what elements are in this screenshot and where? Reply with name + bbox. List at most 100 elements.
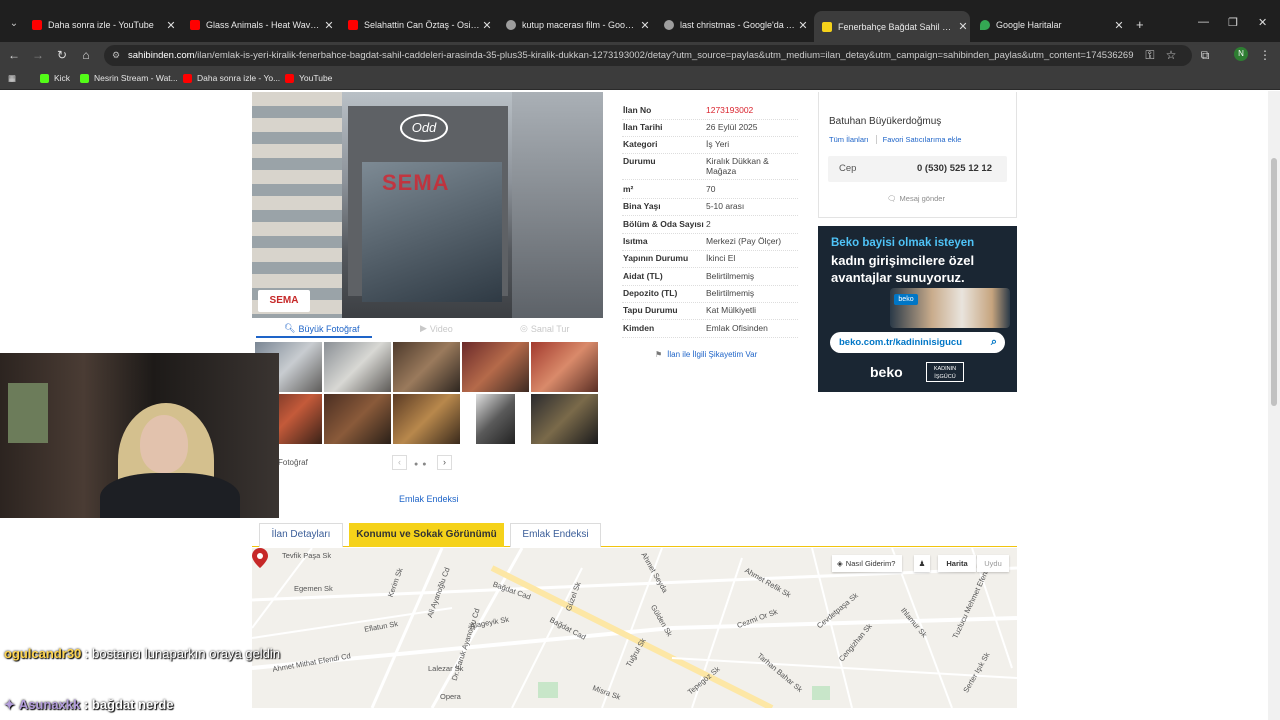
detail-value: Kat Mülkiyetli (706, 305, 757, 315)
photo-watermark: SEMA (382, 170, 450, 195)
main-listing-photo[interactable]: Odd SEMA SEMA (252, 92, 603, 318)
tab-emlak-endeksi[interactable]: Emlak Endeksi (510, 523, 601, 547)
street-view-icon[interactable]: ♟ (914, 555, 930, 572)
restore-icon[interactable]: ❐ (1228, 16, 1238, 29)
bookmark-item[interactable]: Kick (40, 73, 70, 83)
browser-tab[interactable]: Daha sonra izle - YouTube ✕ (32, 13, 178, 37)
photo-tab-indicator (256, 336, 372, 338)
profile-avatar[interactable]: N (1234, 47, 1248, 61)
extensions-icon[interactable]: ⧉ (1197, 47, 1213, 63)
maps-icon (980, 20, 990, 30)
close-icon[interactable]: ✕ (480, 19, 494, 32)
directions-label: Nasıl Giderim? (845, 559, 896, 568)
scrollbar-thumb[interactable] (1271, 158, 1277, 406)
tab-ilan-detaylari[interactable]: İlan Detayları (259, 523, 343, 547)
detail-key: Aidat (TL) (623, 271, 663, 281)
chat-username: ogulcandr30 (4, 646, 82, 661)
next-page-button[interactable]: › (437, 455, 452, 470)
detail-row: Bölüm & Oda Sayısı 2 (622, 219, 798, 234)
bookmark-star-icon[interactable]: ☆ (1163, 47, 1179, 63)
detail-row: Aidat (TL) Belirtilmemiş (622, 271, 798, 286)
all-listings-link[interactable]: Tüm İlanları (829, 135, 869, 144)
password-key-icon[interactable]: ⚿ (1142, 47, 1158, 63)
close-window-icon[interactable]: ✕ (1258, 16, 1267, 29)
site-info-icon[interactable]: ⚙ (112, 45, 120, 66)
thumbnail[interactable] (531, 394, 598, 444)
close-icon[interactable]: ✕ (322, 19, 336, 32)
kadinin-isgucu-logo: KADININ İŞGÜCÜ (926, 362, 964, 382)
send-message-button[interactable]: 🗨︎ Mesaj gönder (887, 194, 945, 203)
kick-badge-icon: ✦ (4, 697, 15, 712)
thumbnail[interactable] (393, 394, 460, 444)
detail-value: 2 (706, 219, 711, 229)
shop-sign: Odd (400, 114, 448, 142)
new-tab-button[interactable]: + (1136, 17, 1144, 32)
tab-label: Sanal Tur (530, 323, 570, 334)
chat-text: bostancı lunaparkın oraya geldin (92, 646, 281, 661)
youtube-icon (32, 20, 42, 30)
bookmark-item[interactable]: Nesrin Stream - Wat... (80, 73, 178, 83)
chat-username: Asunaxkk (18, 697, 81, 712)
tour-icon: ◎ (520, 323, 528, 333)
bookmark-label: Nesrin Stream - Wat... (94, 73, 178, 83)
location-map[interactable]: Tevfik Paşa Sk Egemen Sk Kerim Sk Ali Ay… (252, 548, 1017, 708)
prev-page-button[interactable]: ‹ (392, 455, 407, 470)
add-favorite-link[interactable]: Favori Satıcılarıma ekle (875, 135, 962, 144)
detail-key: m² (623, 184, 634, 194)
bookmark-item[interactable]: Daha sonra izle - Yo... (183, 73, 280, 83)
thumbnail[interactable] (462, 342, 529, 392)
directions-button[interactable]: ◈ Nasıl Giderim? (832, 555, 902, 572)
menu-icon[interactable]: ⋮ (1257, 47, 1273, 63)
detail-value: Merkezi (Pay Ölçer) (706, 236, 782, 246)
address-bar[interactable]: ⚙ sahibinden.com/ilan/emlak-is-yeri-kira… (104, 45, 1192, 66)
complaint-link[interactable]: ⚑ İlan ile İlgili Şikayetim Var (655, 350, 757, 359)
satellite-mode-button[interactable]: Uydu (977, 555, 1009, 572)
agency-logo: SEMA (258, 290, 310, 312)
minimize-icon[interactable]: — (1198, 16, 1209, 28)
thumbnail[interactable] (324, 342, 391, 392)
emlak-endeksi-link[interactable]: Emlak Endeksi (399, 494, 459, 504)
home-icon[interactable]: ⌂ (78, 47, 94, 63)
section-tabs: İlan Detayları Konumu ve Sokak Görünümü … (252, 523, 1017, 547)
back-icon[interactable]: ← (6, 47, 22, 63)
close-icon[interactable]: ✕ (1112, 19, 1126, 32)
detail-value: Belirtilmemiş (706, 288, 755, 298)
apps-icon[interactable]: ▦ (8, 73, 16, 84)
ad-search-bar[interactable]: beko.com.tr/kadininisigucu ⌕ (830, 332, 1005, 353)
message-label: Mesaj gönder (899, 194, 945, 203)
close-icon[interactable]: ✕ (638, 19, 652, 32)
map-mode-button[interactable]: Harita (938, 555, 976, 572)
magnifier-icon: 🔍︎ (284, 323, 296, 333)
detail-key: Depozito (TL) (623, 288, 678, 298)
forward-icon[interactable]: → (30, 47, 46, 63)
webcam-window (8, 383, 48, 443)
pager-dots: ●● (414, 461, 431, 468)
thumbnail[interactable] (476, 394, 515, 444)
browser-tab[interactable]: Selahattin Can Öztaş - Osimhe ✕ (348, 13, 494, 37)
reload-icon[interactable]: ↻ (54, 47, 70, 63)
detail-value: İkinci El (706, 253, 736, 263)
location-pin-icon[interactable] (252, 548, 268, 568)
tab-search-icon[interactable]: ⌄ (6, 16, 22, 32)
phone-number[interactable]: 0 (530) 525 12 12 (917, 163, 992, 174)
tab-virtual-tour[interactable]: ◎ Sanal Tur (520, 323, 569, 334)
building-right (512, 92, 603, 318)
beko-advertisement[interactable]: Beko bayisi olmak isteyen kadın girişimc… (818, 226, 1017, 392)
tab-konumu[interactable]: Konumu ve Sokak Görünümü (349, 523, 504, 547)
browser-tab-active[interactable]: Fenerbahçe Bağdat Sahil Cadd ✕ (814, 11, 970, 42)
streamer-webcam (0, 353, 279, 518)
browser-tab[interactable]: Google Haritalar ✕ (980, 13, 1126, 37)
close-icon[interactable]: ✕ (796, 19, 810, 32)
photo-thumbnails (255, 342, 600, 446)
bookmark-item[interactable]: YouTube (285, 73, 332, 83)
thumbnail[interactable] (324, 394, 391, 444)
close-icon[interactable]: ✕ (956, 20, 970, 33)
thumbnail[interactable] (393, 342, 460, 392)
browser-tab[interactable]: Glass Animals - Heat Waves - Y ✕ (190, 13, 336, 37)
close-icon[interactable]: ✕ (164, 19, 178, 32)
browser-tab[interactable]: kutup macerası film - Google'd ✕ (506, 13, 652, 37)
browser-tab[interactable]: last christmas - Google'da Ara ✕ (664, 13, 810, 37)
tab-video[interactable]: ▶ Video (420, 323, 453, 334)
thumbnail[interactable] (531, 342, 598, 392)
tab-large-photo[interactable]: 🔍︎ Büyük Fotoğraf (284, 323, 359, 334)
